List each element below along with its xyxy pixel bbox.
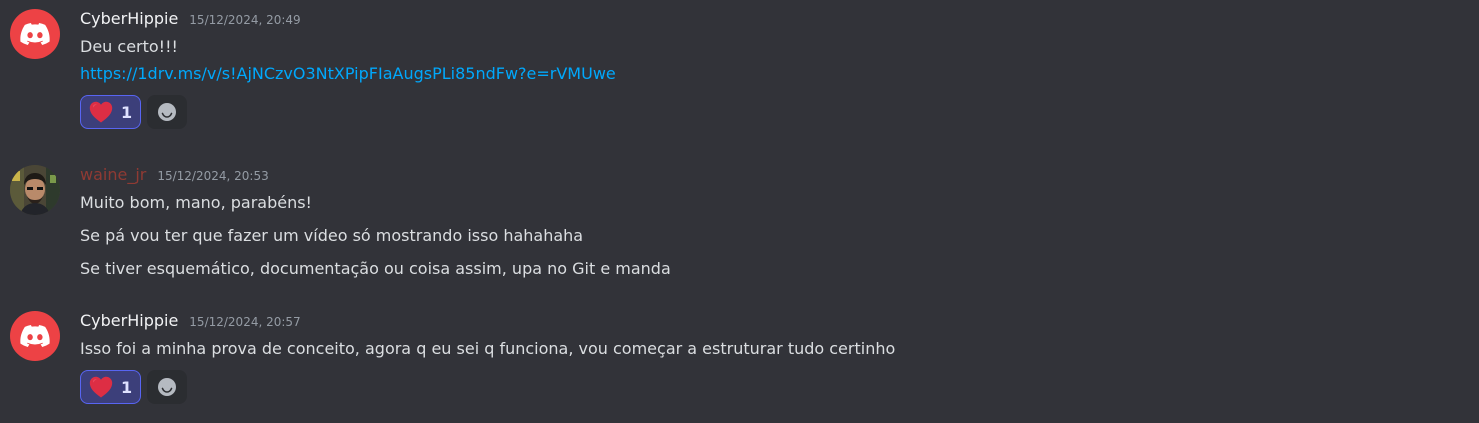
message-text: Se pá vou ter que fazer um vídeo só most… [80,226,584,245]
username[interactable]: CyberHippie [80,9,178,28]
message-link[interactable]: https://1drv.ms/v/s!AjNCzvO3NtXPipFIaAug… [80,63,616,85]
message-header: CyberHippie 15/12/2024, 20:49 [80,9,301,33]
message-text: Muito bom, mano, parabéns! [80,193,312,212]
message-header: waine_jr 15/12/2024, 20:53 [80,165,269,189]
username[interactable]: waine_jr [80,165,146,184]
heart-reaction[interactable]: 1 [80,370,141,404]
message-header: CyberHippie 15/12/2024, 20:57 [80,311,301,335]
discord-logo-icon [20,325,50,347]
heart-icon [89,101,113,123]
avatar[interactable] [10,311,60,361]
add-reaction-button[interactable] [147,370,187,404]
smile-icon [157,377,177,397]
add-reaction-button[interactable] [147,95,187,129]
user-photo-icon [10,165,60,215]
reactions: 1 [80,95,187,129]
heart-icon [89,376,113,398]
reaction-count: 1 [121,377,133,397]
timestamp: 15/12/2024, 20:57 [189,315,301,329]
reactions: 1 [80,370,187,404]
discord-logo-icon [20,23,50,45]
heart-reaction[interactable]: 1 [80,95,141,129]
timestamp: 15/12/2024, 20:53 [157,169,269,183]
username[interactable]: CyberHippie [80,311,178,330]
reaction-count: 1 [121,102,133,122]
message-text: Se tiver esquemático, documentação ou co… [80,259,671,278]
chat-messages: CyberHippie 15/12/2024, 20:49 Deu certo!… [0,0,1479,423]
timestamp: 15/12/2024, 20:49 [189,13,301,27]
smile-icon [157,102,177,122]
avatar[interactable] [10,9,60,59]
message-text: Isso foi a minha prova de conceito, agor… [80,339,896,358]
message-text: Deu certo!!! [80,37,178,56]
avatar[interactable] [10,165,60,215]
